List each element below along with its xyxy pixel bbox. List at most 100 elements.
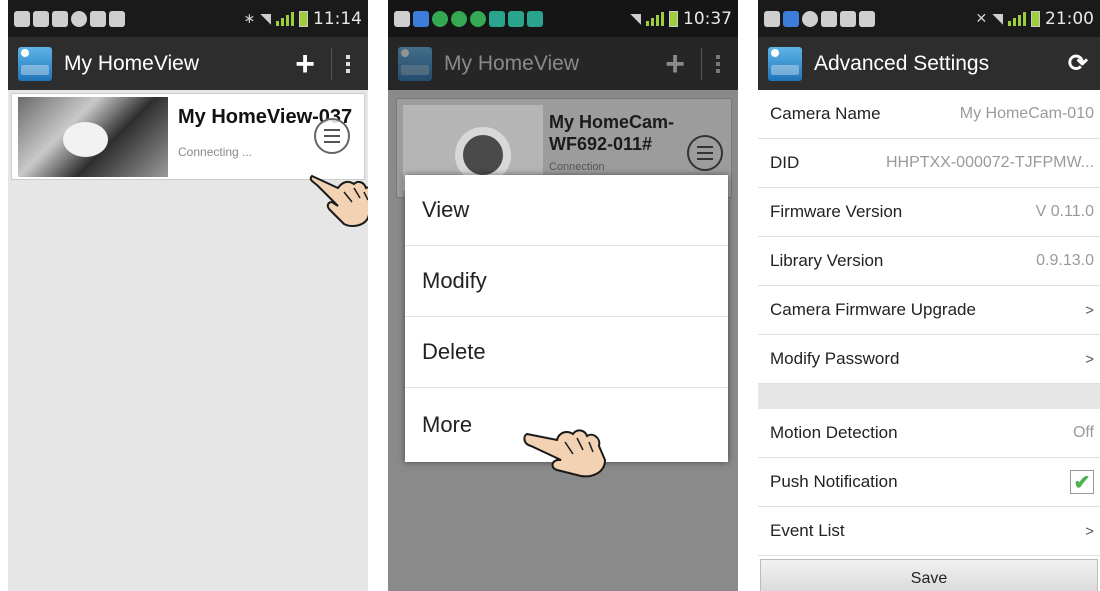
checkbox-checked-icon[interactable]: ✔ (1070, 470, 1094, 494)
notification-icons (394, 10, 630, 27)
notification-icon (508, 10, 524, 27)
notification-icon (470, 10, 486, 27)
app-title: My HomeView (64, 51, 199, 75)
setting-library-version: Library Version 0.9.13.0 (758, 237, 1100, 286)
setting-label: Modify Password (770, 349, 900, 368)
setting-camera-firmware-upgrade[interactable]: Camera Firmware Upgrade > (758, 286, 1100, 335)
add-icon[interactable]: + (665, 47, 685, 81)
status-time: 10:37 (683, 8, 732, 29)
mute-icon: ✕ (975, 10, 988, 27)
notification-icon (840, 10, 856, 27)
section-divider (758, 384, 1100, 409)
setting-label: Camera Name (770, 104, 881, 123)
action-divider (331, 47, 332, 80)
notification-icon (821, 10, 837, 27)
setting-label: Library Version (770, 251, 884, 270)
chevron-right-icon: > (1085, 301, 1094, 319)
notification-icon (489, 10, 505, 27)
bluetooth-icon: ∗ (243, 10, 256, 27)
notification-icon (413, 10, 429, 27)
setting-value: 0.9.13.0 (1036, 252, 1094, 269)
status-bar: ◥ 10:37 (388, 0, 738, 37)
save-button[interactable]: Save (760, 559, 1098, 591)
notification-icon (783, 10, 799, 27)
signal-icon (646, 11, 664, 26)
notification-icon (109, 10, 125, 27)
setting-motion-detection[interactable]: Motion Detection Off (758, 409, 1100, 458)
camera-name: My HomeCam- WF692-011# (549, 112, 675, 154)
wifi-icon: ◥ (260, 10, 271, 27)
camera-status: Connection (549, 161, 605, 173)
battery-icon (299, 10, 308, 27)
notification-icon (432, 10, 448, 27)
status-bar: ✕ ◥ 21:00 (758, 0, 1100, 37)
action-bar: My HomeView + (8, 37, 368, 90)
notification-icon (394, 10, 410, 27)
notification-icon (71, 10, 87, 27)
setting-did[interactable]: DID HHPTXX-000072-TJFPMW... (758, 139, 1100, 188)
setting-event-list[interactable]: Event List > (758, 507, 1100, 556)
pointing-hand-icon (523, 429, 607, 478)
notification-icon (451, 10, 467, 27)
action-bar: Advanced Settings ⟳ (758, 37, 1100, 90)
hamburger-menu-icon[interactable] (314, 118, 350, 154)
setting-camera-name[interactable]: Camera Name My HomeCam-010 (758, 90, 1100, 139)
app-title: My HomeView (444, 51, 579, 75)
app-logo-icon (398, 46, 432, 81)
battery-icon (669, 10, 678, 27)
notification-icons (764, 10, 975, 27)
overflow-menu-icon[interactable] (716, 54, 720, 73)
chevron-right-icon: > (1085, 350, 1094, 368)
setting-label: Firmware Version (770, 202, 903, 221)
status-time: 21:00 (1045, 8, 1094, 29)
setting-label: Motion Detection (770, 423, 898, 442)
settings-list: Camera Name My HomeCam-010 DID HHPTXX-00… (758, 90, 1100, 591)
chevron-right-icon: > (1085, 522, 1094, 540)
wifi-icon: ◥ (630, 10, 641, 27)
signal-icon (276, 11, 294, 26)
action-bar: My HomeView + (388, 37, 738, 90)
setting-value: V 0.11.0 (1035, 203, 1094, 220)
menu-item-view[interactable]: View (405, 175, 728, 246)
page-title: Advanced Settings (814, 51, 990, 75)
refresh-icon[interactable]: ⟳ (1068, 49, 1088, 78)
setting-firmware-version: Firmware Version V 0.11.0 (758, 188, 1100, 237)
phone-screen-camera-list: ∗ ◥ 11:14 My HomeView + My HomeView-037 … (8, 0, 368, 591)
add-icon[interactable]: + (295, 47, 315, 81)
camera-list: My HomeView-037 Connecting ... (8, 90, 368, 591)
setting-push-notification[interactable]: Push Notification ✔ (758, 458, 1100, 507)
notification-icon (33, 10, 49, 27)
notification-icon (802, 10, 818, 27)
screenshot-composite: ∗ ◥ 11:14 My HomeView + My HomeView-037 … (0, 0, 1100, 591)
setting-value: Off (1072, 424, 1094, 441)
setting-label: Camera Firmware Upgrade (770, 300, 976, 319)
overflow-menu-icon[interactable] (346, 54, 350, 73)
setting-label: DID (770, 153, 800, 172)
setting-value: My HomeCam-010 (959, 105, 1094, 122)
signal-icon (1008, 11, 1026, 26)
notification-icon (527, 10, 543, 27)
status-time: 11:14 (313, 8, 362, 29)
app-logo-icon (18, 46, 52, 81)
camera-thumbnail[interactable] (18, 97, 168, 177)
setting-modify-password[interactable]: Modify Password > (758, 335, 1100, 384)
action-divider (701, 47, 702, 80)
pointing-hand-icon (309, 174, 368, 227)
notification-icon (859, 10, 875, 27)
setting-label: Event List (770, 521, 845, 540)
notification-icon (14, 10, 30, 27)
setting-value: HHPTXX-000072-TJFPMW... (885, 154, 1094, 171)
notification-icons (14, 10, 243, 27)
usb-icon (764, 10, 780, 27)
app-logo-icon (768, 46, 802, 81)
phone-screen-context-menu: ◥ 10:37 My HomeView + My HomeCam- WF692-… (388, 0, 738, 591)
status-bar: ∗ ◥ 11:14 (8, 0, 368, 37)
menu-item-delete[interactable]: Delete (405, 317, 728, 388)
notification-icon (90, 10, 106, 27)
setting-label: Push Notification (770, 472, 898, 491)
battery-icon (1031, 10, 1040, 27)
notification-icon (52, 10, 68, 27)
wifi-icon: ◥ (992, 10, 1003, 27)
menu-item-modify[interactable]: Modify (405, 246, 728, 317)
hamburger-menu-icon[interactable] (687, 135, 723, 171)
